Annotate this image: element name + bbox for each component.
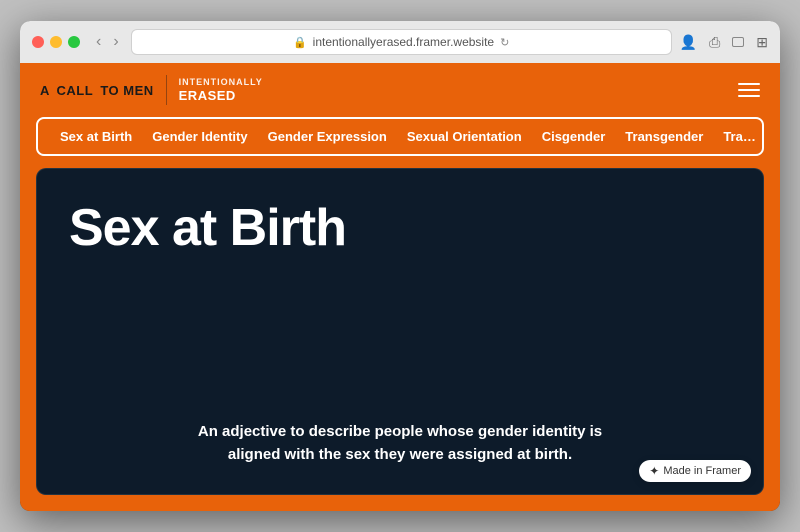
nav-tab-cisgender[interactable]: Cisgender [532,127,616,146]
nav-tabs: Sex at Birth Gender Identity Gender Expr… [20,117,780,168]
browser-window: ‹ › 🔒 intentionallyerased.framer.website… [20,21,780,511]
nav-tabs-inner: Sex at Birth Gender Identity Gender Expr… [36,117,764,156]
main-card: Sex at Birth An adjective to describe pe… [36,168,764,495]
nav-tab-sex-at-birth[interactable]: Sex at Birth [50,127,142,146]
browser-titlebar: ‹ › 🔒 intentionallyerased.framer.website… [32,29,768,55]
hamburger-menu[interactable] [738,83,760,97]
card-description: An adjective to describe people whose ge… [69,421,731,466]
close-button[interactable] [32,36,44,48]
nav-buttons: ‹ › [92,32,123,52]
minimize-button[interactable] [50,36,62,48]
back-button[interactable]: ‹ [92,32,105,52]
framer-icon: ✦ [649,464,659,478]
url-bar[interactable]: 🔒 intentionallyerased.framer.website ↻ [131,29,672,55]
share-icon[interactable]: ⎙ [709,34,720,51]
new-tab-icon[interactable] [732,37,744,47]
forward-button[interactable]: › [109,32,122,52]
traffic-lights [32,36,80,48]
logo-intentionally-erased: INTENTIONALLY ERASED [179,77,263,103]
nav-tab-more[interactable]: Tra… [713,127,764,146]
reload-icon: ↻ [500,36,509,49]
lock-icon: 🔒 [293,36,307,49]
maximize-button[interactable] [68,36,80,48]
window-controls-right: 👤 ⎙ ⊞ [680,34,768,51]
logo-call-to-men: A CALL TO MEN [40,83,154,98]
person-icon[interactable]: 👤 [680,34,697,51]
nav-tab-transgender[interactable]: Transgender [615,127,713,146]
more-icon[interactable]: ⊞ [756,34,768,51]
site-logo: A CALL TO MEN INTENTIONALLY ERASED [40,75,263,105]
browser-chrome: ‹ › 🔒 intentionallyerased.framer.website… [20,21,780,63]
nav-tab-sexual-orientation[interactable]: Sexual Orientation [397,127,532,146]
site-header: A CALL TO MEN INTENTIONALLY ERASED [20,63,780,117]
framer-badge[interactable]: ✦ Made in Framer [639,460,751,482]
url-text: intentionallyerased.framer.website [313,35,494,49]
nav-tab-gender-expression[interactable]: Gender Expression [258,127,397,146]
nav-tab-gender-identity[interactable]: Gender Identity [142,127,257,146]
card-title: Sex at Birth [69,201,731,256]
website-content: A CALL TO MEN INTENTIONALLY ERASED Sex a… [20,63,780,511]
logo-divider [166,75,167,105]
framer-badge-text: Made in Framer [663,465,741,477]
